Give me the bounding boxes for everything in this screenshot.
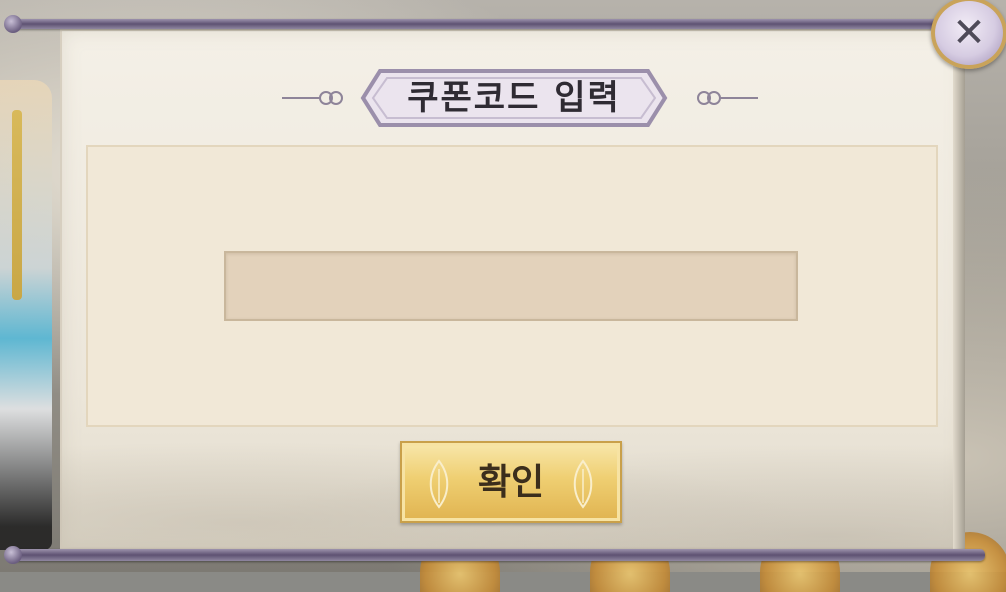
button-leaf-ornament-right-icon xyxy=(573,459,593,509)
title-ornament-right-icon xyxy=(697,91,758,105)
close-button[interactable]: ✕ xyxy=(931,0,1006,69)
frame-rail-knob-top xyxy=(4,15,22,33)
dialog-title-banner: 쿠폰코드 입력 xyxy=(280,68,758,130)
confirm-button[interactable]: 확인 xyxy=(400,441,622,523)
frame-rail-top xyxy=(10,19,985,29)
coupon-code-input[interactable] xyxy=(224,251,798,321)
close-icon: ✕ xyxy=(952,10,986,56)
dialog-title: 쿠폰코드 입력 xyxy=(407,78,621,118)
background-character-ornament xyxy=(12,110,22,300)
title-ornament-left-icon xyxy=(282,91,343,105)
frame-rail-bottom xyxy=(10,549,985,561)
background-character xyxy=(0,80,52,550)
panel-edge xyxy=(953,29,965,549)
frame-rail-knob-bottom xyxy=(4,546,22,564)
